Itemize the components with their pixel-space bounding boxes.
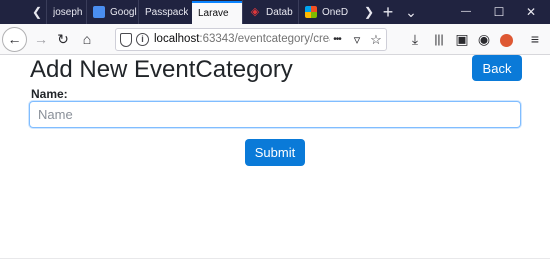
scroll-tabs-right-icon[interactable]: ❯ (360, 0, 378, 24)
tab-label: joseph (53, 6, 83, 18)
tab-label: Datab (266, 6, 293, 18)
bookmark-star-icon[interactable]: ☆ (367, 29, 385, 50)
tab-label: Passpack (145, 6, 189, 18)
minimize-icon[interactable]: — (455, 0, 477, 24)
tab-database[interactable]: ◈ Datab (242, 0, 298, 24)
back-button[interactable]: Back (472, 55, 522, 81)
submit-button[interactable]: Submit (245, 139, 305, 166)
scroll-tabs-left-icon[interactable]: ❮ (28, 0, 46, 24)
maximize-icon[interactable]: ☐ (488, 0, 510, 24)
tab-onedrive[interactable]: OneD (298, 0, 356, 24)
microsoft-favicon-icon (305, 6, 317, 18)
page-title: Add New EventCategory (30, 56, 293, 83)
duckduckgo-extension-icon[interactable] (495, 28, 517, 50)
url-path: :63343/eventcategory/create (199, 33, 330, 45)
address-bar[interactable]: i localhost:63343/eventcategory/create •… (115, 28, 387, 51)
database-favicon-icon: ◈ (250, 6, 260, 18)
navigation-toolbar: ← → ↻ ⌂ i localhost:63343/eventcategory/… (0, 24, 550, 55)
home-icon[interactable]: ⌂ (76, 28, 98, 50)
url-text[interactable]: localhost:63343/eventcategory/create (154, 29, 330, 50)
name-label: Name: (31, 87, 68, 101)
name-input[interactable] (29, 101, 521, 128)
forward-arrow-icon[interactable]: → (30, 28, 52, 50)
account-icon[interactable]: ◉ (473, 28, 495, 50)
tab-google[interactable]: Googl (86, 0, 138, 24)
new-tab-icon[interactable]: + (378, 0, 398, 24)
pocket-icon[interactable]: ▿ (348, 29, 366, 50)
page-actions-icon[interactable]: ••• (328, 29, 346, 50)
tab-passpack[interactable]: Passpack (138, 0, 192, 24)
site-info-icon[interactable]: i (136, 33, 149, 46)
tab-laravel[interactable]: Larave (192, 1, 242, 24)
tab-label: Larave (198, 8, 229, 19)
tracking-protection-icon[interactable] (120, 33, 132, 47)
reload-icon[interactable]: ↻ (52, 28, 74, 50)
sidebar-icon[interactable]: ▣ (451, 28, 473, 50)
google-favicon-icon (93, 6, 105, 18)
tab-strip: ❮ joseph Googl Passpack Larave ◈ Datab O… (0, 0, 550, 24)
list-all-tabs-icon[interactable]: ⌄ (402, 0, 420, 24)
tab-label: Googl (110, 6, 137, 18)
downloads-icon[interactable]: ⤓ (404, 28, 426, 50)
close-window-icon[interactable]: ✕ (520, 0, 542, 24)
tab-joseph[interactable]: joseph (46, 0, 86, 24)
url-host: localhost (154, 33, 200, 45)
back-arrow-icon[interactable]: ← (2, 27, 27, 52)
menu-hamburger-icon[interactable]: ≡ (524, 28, 546, 50)
tab-label: OneD (322, 6, 349, 18)
library-icon[interactable]: ||| (428, 28, 450, 50)
